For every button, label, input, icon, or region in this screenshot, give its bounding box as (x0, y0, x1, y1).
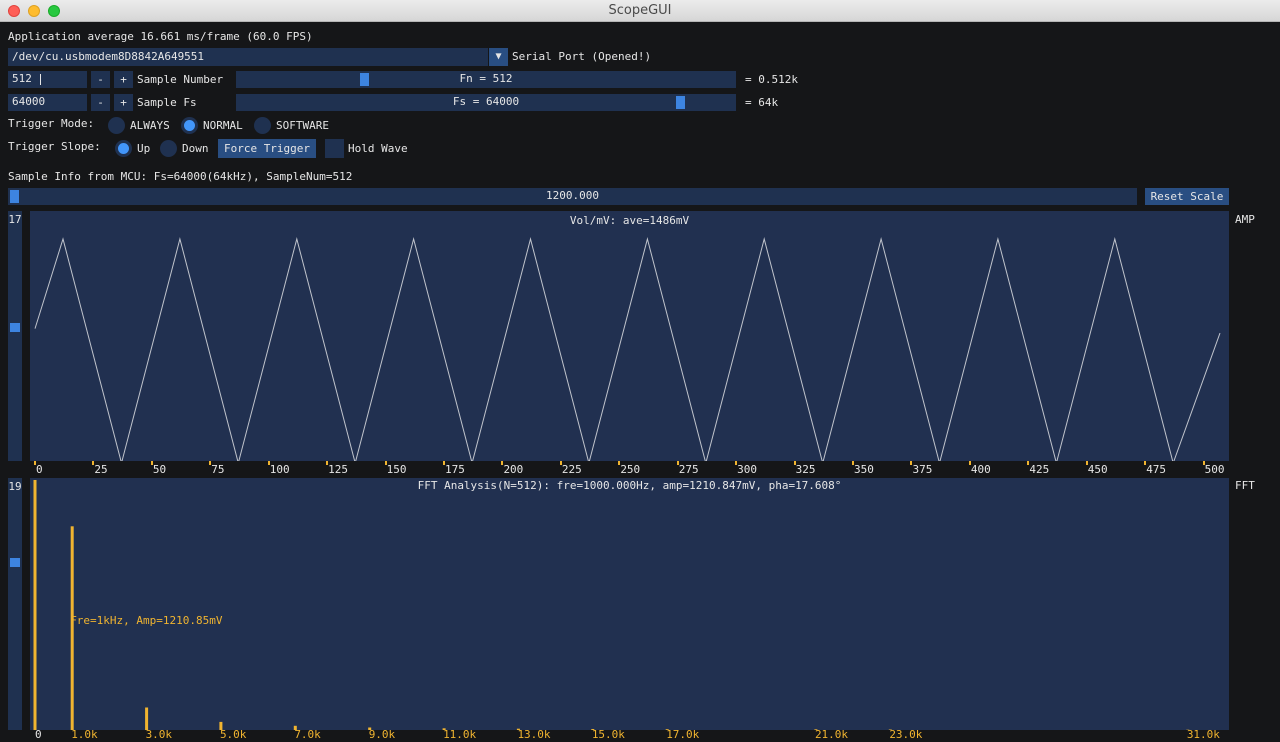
fft-tick-label: 31.0k (1186, 728, 1220, 741)
amp-vertical-slider[interactable]: 17 (8, 211, 22, 461)
trigger-mode-always-radio[interactable] (108, 117, 125, 134)
amp-tick-label: 175 (445, 463, 465, 476)
amp-tick-label: 350 (854, 463, 874, 476)
fs-result: = 64k (745, 96, 779, 109)
sample-number-input[interactable]: 512 (8, 71, 87, 88)
text-cursor (40, 74, 41, 85)
fn-slider-text: Fn = 512 (459, 72, 513, 85)
sample-number-value: 512 (12, 72, 32, 85)
trigger-slope-up-radio[interactable] (115, 140, 132, 157)
sample-fs-minus-button[interactable]: - (91, 94, 110, 111)
amp-slider-value: 17 (8, 213, 22, 226)
fft-tick-label: 13.0k (517, 728, 551, 741)
sample-fs-label: Sample Fs (137, 96, 197, 109)
fft-x-axis: 0 1.0k 3.0k 5.0k 7.0k 9.0k 11.0k 13.0k 15.0k 17.0… (30, 728, 1229, 742)
fft-side-label: FFT (1235, 479, 1255, 492)
trigger-mode-always-label[interactable]: ALWAYS (130, 119, 170, 133)
amp-x-axis: 0 25 50 75 100 125 150 175 200 225 250 275 300 325 350… (30, 461, 1229, 477)
fps-text: Application average 16.661 ms/frame (60.… (8, 30, 313, 43)
amp-waveform-line (34, 237, 1221, 461)
fft-annotation: Fre=1kHz, Amp=1210.85mV (70, 614, 223, 627)
serial-port-combo[interactable]: /dev/cu.usbmodem8D8842A649551 (8, 48, 488, 66)
hold-wave-checkbox[interactable] (325, 139, 344, 158)
amp-tick-label: 200 (503, 463, 524, 476)
amp-tick-label: 150 (386, 463, 407, 476)
fft-tick-label: 1.0k (71, 728, 98, 741)
amp-tick-label: 300 (737, 463, 758, 476)
amp-tick-label: 325 (795, 463, 816, 476)
amp-tick-label: 225 (561, 463, 582, 476)
amp-tick-label: 425 (1029, 463, 1050, 476)
amp-tick-label: 375 (912, 463, 933, 476)
fft-bar (33, 480, 37, 730)
amp-tick-label: 100 (269, 463, 290, 476)
amp-waveform-svg (34, 237, 1221, 461)
fft-tick-label: 0 (35, 728, 42, 741)
fft-tick-label: 17.0k (666, 728, 700, 741)
amp-tick-label: 275 (678, 463, 699, 476)
fft-tick-label: 21.0k (814, 728, 849, 741)
sample-fs-value: 64000 (12, 95, 46, 108)
fft-bar (145, 707, 149, 730)
fft-tick-label: 7.0k (294, 728, 321, 741)
fft-tick-label: 11.0k (443, 728, 477, 741)
amp-tick-label: 75 (211, 463, 225, 476)
trigger-slope-label: Trigger Slope: (8, 140, 101, 153)
force-trigger-button[interactable]: Force Trigger (218, 139, 316, 158)
amp-tick-label: 250 (620, 463, 641, 476)
amp-tick-label: 25 (94, 463, 108, 476)
fs-slider-text: Fs = 64000 (452, 95, 520, 108)
amp-plot-area[interactable]: Vol/mV: ave=1486mV (30, 211, 1229, 461)
fs-slider[interactable]: Fs = 64000 (236, 94, 736, 111)
fn-slider[interactable]: Fn = 512 (236, 71, 736, 88)
title-bar: ScopeGUI (0, 0, 1280, 22)
hold-wave-label[interactable]: Hold Wave (348, 142, 408, 156)
fft-plot-title: FFT Analysis(N=512): fre=1000.000Hz, amp… (417, 479, 842, 492)
sample-number-label: Sample Number (137, 73, 224, 86)
trigger-mode-label: Trigger Mode: (8, 117, 95, 130)
window-title: ScopeGUI (608, 3, 672, 18)
fft-tick-label: 9.0k (368, 728, 396, 741)
trigger-slope-down-radio[interactable] (160, 140, 177, 157)
scale-slider[interactable]: 1200.000 (8, 188, 1137, 205)
trigger-mode-software-label[interactable]: SOFTWARE (276, 119, 329, 133)
amp-plot-title: Vol/mV: ave=1486mV (569, 214, 690, 227)
amp-tick-label: 475 (1146, 463, 1167, 476)
sample-number-plus-button[interactable]: + (114, 71, 133, 88)
amp-tick-label: 125 (328, 463, 349, 476)
fft-bar (70, 526, 74, 730)
fft-tick-label: 3.0k (145, 728, 173, 741)
fft-slider-grab[interactable] (10, 558, 20, 567)
sample-fs-input[interactable]: 64000 (8, 94, 87, 111)
trigger-mode-normal-radio[interactable] (181, 117, 198, 134)
fft-slider-value: 19 (8, 480, 22, 493)
fft-vertical-slider[interactable]: 19 (8, 478, 22, 730)
amp-tick-label: 400 (970, 463, 991, 476)
trigger-mode-normal-label[interactable]: NORMAL (203, 119, 243, 133)
sample-number-minus-button[interactable]: - (91, 71, 110, 88)
reset-scale-button[interactable]: Reset Scale (1145, 188, 1229, 205)
fft-bars-svg (33, 480, 1190, 730)
scale-slider-text: 1200.000 (546, 189, 599, 202)
trigger-slope-up-label[interactable]: Up (137, 142, 150, 156)
serial-port-label: Serial Port (Opened!) (512, 50, 652, 63)
fft-tick-label: 15.0k (591, 728, 625, 741)
serial-port-value: /dev/cu.usbmodem8D8842A649551 (12, 50, 205, 63)
amp-tick-label: 50 (152, 463, 167, 476)
amp-tick-label: 500 (1204, 463, 1225, 476)
fn-result: = 0.512k (745, 73, 798, 86)
amp-side-label: AMP (1235, 213, 1255, 226)
fft-tick-label: 5.0k (219, 728, 247, 741)
fft-tick-label: 23.0k (889, 728, 923, 741)
triangle-down-icon[interactable]: ▼ (489, 48, 508, 66)
trigger-mode-software-radio[interactable] (254, 117, 271, 134)
app-window: ScopeGUI Application average 16.661 ms/f… (0, 0, 1280, 742)
amp-slider-grab[interactable] (10, 323, 20, 332)
sample-fs-plus-button[interactable]: + (114, 94, 133, 111)
sample-info-text: Sample Info from MCU: Fs=64000(64kHz), S… (8, 170, 353, 183)
amp-tick-label: 0 (36, 463, 43, 476)
fft-plot-area[interactable]: FFT Analysis(N=512): fre=1000.000Hz, amp… (30, 478, 1229, 730)
amp-tick-label: 450 (1087, 463, 1108, 476)
trigger-slope-down-label[interactable]: Down (182, 142, 209, 156)
